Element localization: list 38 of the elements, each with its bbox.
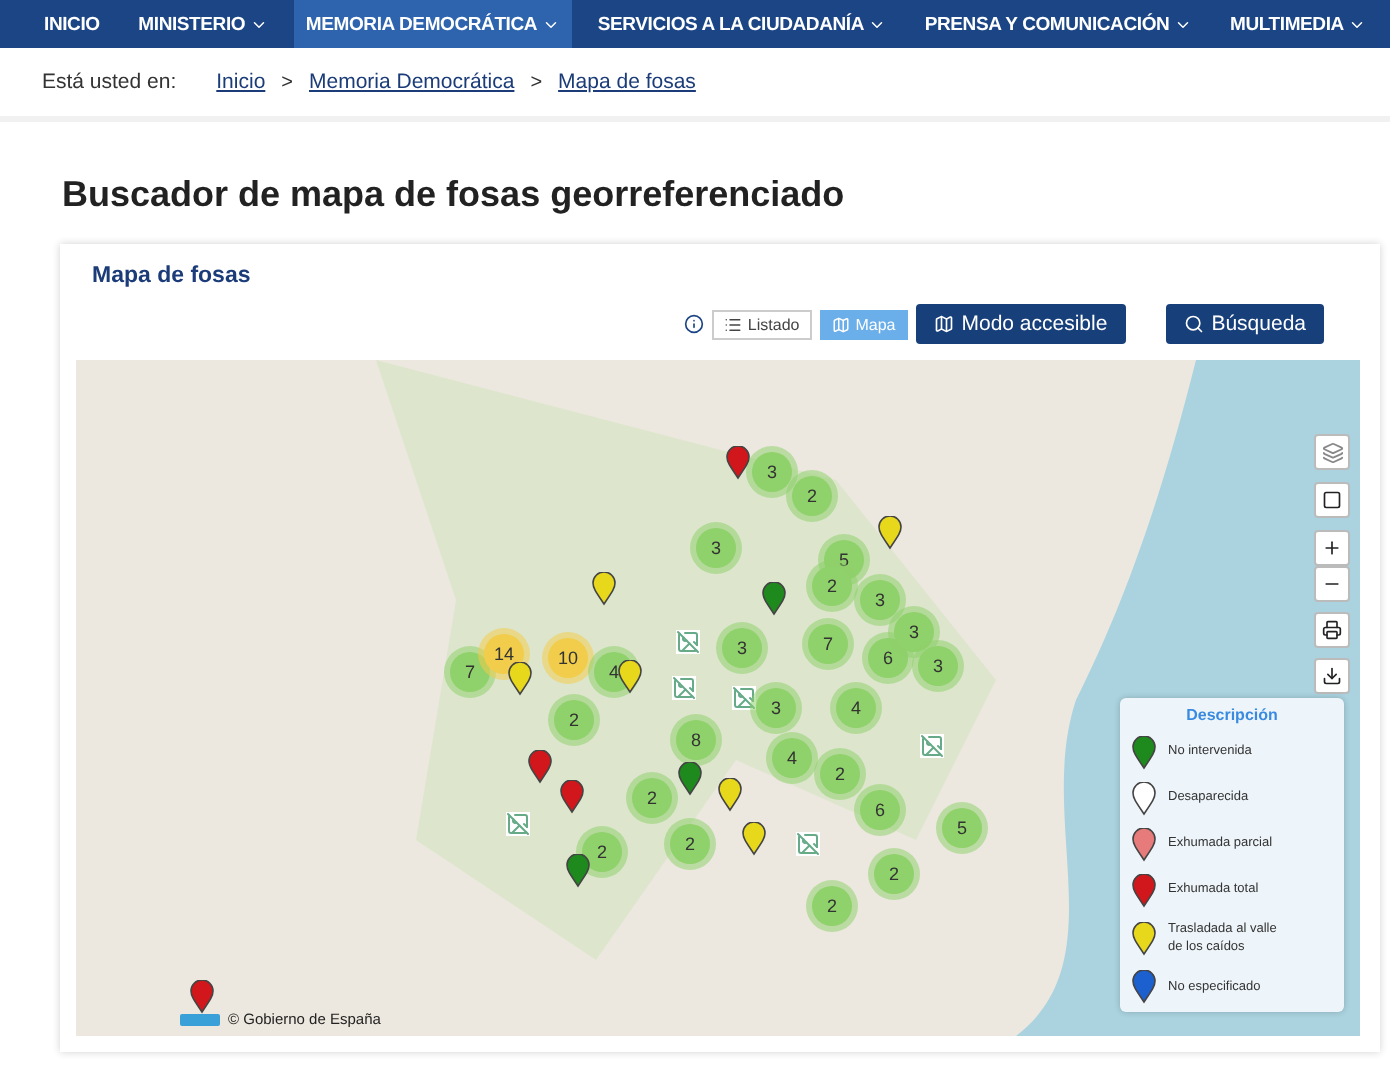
view-toggle-button[interactable]: Listado [711, 309, 812, 339]
download-button[interactable] [1314, 658, 1350, 694]
zoom-in-button[interactable] [1314, 530, 1350, 566]
print-icon [1322, 620, 1342, 640]
legend-title: Descripción [1184, 705, 1280, 723]
fullscreen-button[interactable] [1314, 482, 1350, 518]
map-icon [831, 315, 850, 333]
breadcrumb-separator: > [281, 71, 293, 93]
plus-icon [1322, 538, 1342, 558]
breadcrumb-link[interactable]: Memoria Democrática [309, 70, 515, 94]
nav-item[interactable]: PRENSA Y COMUNICACIÓN [912, 0, 1204, 48]
broken-image-icon [796, 832, 820, 856]
broken-image-icon [672, 676, 696, 700]
nav-item[interactable]: INICIO [32, 0, 112, 48]
info-icon[interactable] [683, 314, 704, 334]
broken-image-icon [920, 734, 944, 758]
breadcrumb-prefix: Está usted en: [42, 70, 177, 94]
nav-item[interactable]: MINISTERIO [126, 0, 280, 48]
broken-image-icon [732, 686, 756, 710]
search-icon [1183, 314, 1204, 334]
nav-item[interactable]: MEMORIA DEMOCRÁTICA [293, 0, 572, 48]
card-title: Mapa de fosas [92, 264, 253, 288]
breadcrumb-link[interactable]: Mapa de fosas [558, 70, 696, 94]
search-button[interactable]: Búsqueda [1165, 304, 1324, 344]
breadcrumb-link[interactable]: Inicio [216, 70, 266, 94]
layers-icon [1321, 441, 1343, 463]
broken-image-icon [506, 812, 530, 836]
breadcrumb-separator: > [530, 71, 543, 93]
accessible-mode-button[interactable]: Modo accesible [915, 304, 1126, 344]
broken-image-icon [676, 630, 700, 654]
list-icon [723, 315, 742, 333]
fullscreen-icon [1322, 490, 1342, 510]
nav-item[interactable]: SERVICIOS A LA CIUDADANÍA [585, 0, 899, 48]
nav-item[interactable]: MULTIMEDIA [1218, 0, 1378, 48]
download-icon [1322, 666, 1342, 686]
layers-button[interactable] [1314, 434, 1350, 470]
print-button[interactable] [1314, 612, 1350, 648]
page-title: Buscador de mapa de fosas georreferenciado [62, 174, 847, 216]
